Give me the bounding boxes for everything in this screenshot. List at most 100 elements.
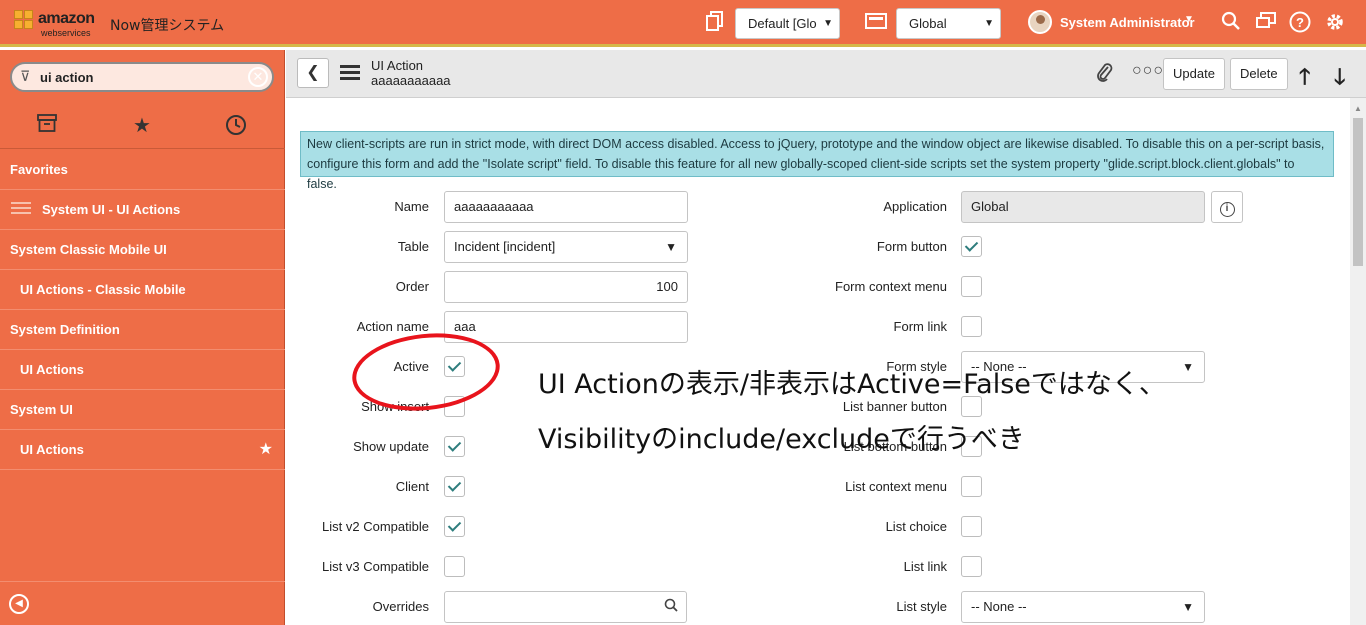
- nav-label: UI Actions - Classic Mobile: [20, 282, 186, 297]
- back-button[interactable]: ❮: [297, 58, 329, 88]
- info-notice: New client-scripts are run in strict mod…: [300, 131, 1334, 191]
- filter-icon: ⊽: [20, 68, 31, 84]
- search-icon[interactable]: [1219, 11, 1243, 35]
- show-update-checkbox[interactable]: [444, 436, 465, 457]
- form-context-menu-checkbox[interactable]: [961, 276, 982, 297]
- action-name-input[interactable]: aaa: [444, 311, 688, 343]
- form-button-label: Form button: [876, 239, 947, 254]
- order-label: Order: [395, 279, 429, 294]
- nav-label: System Classic Mobile UI: [10, 242, 167, 257]
- chevron-down-icon: ▼: [1182, 360, 1194, 374]
- nav-item-ui-actions-classic-mobile[interactable]: UI Actions - Classic Mobile: [0, 270, 285, 310]
- scope-select[interactable]: Global ▼: [896, 8, 1001, 39]
- filter-navigator-input[interactable]: ⊽ ui action ✕: [10, 62, 274, 92]
- chevron-down-icon: ▼: [665, 240, 677, 254]
- form-menu-icon[interactable]: [340, 65, 360, 81]
- chevron-down-icon: ▼: [1184, 14, 1194, 25]
- chevron-down-icon: ▼: [984, 18, 994, 29]
- client-label: Client: [395, 479, 429, 494]
- svg-text:?: ?: [1296, 15, 1304, 30]
- more-options-icon[interactable]: ○○○: [1132, 62, 1164, 80]
- update-set-select[interactable]: Default [Glo ▼: [735, 8, 840, 39]
- nav-section-system-ui[interactable]: System UI: [0, 390, 285, 430]
- nav-item-ui-actions-system-ui[interactable]: UI Actions ★: [0, 430, 285, 470]
- list-v2-compatible-checkbox[interactable]: [444, 516, 465, 537]
- list-link-label: List link: [903, 559, 947, 574]
- name-label: Name: [394, 199, 429, 214]
- list-context-menu-checkbox[interactable]: [961, 476, 982, 497]
- collapse-navigator-icon[interactable]: ◀: [9, 594, 29, 614]
- user-name: System Administrator: [1060, 15, 1195, 30]
- update-button[interactable]: Update: [1163, 58, 1225, 90]
- chevron-down-icon: ▼: [823, 18, 833, 29]
- navigator-tabs: ★: [0, 102, 285, 149]
- nav-label: System UI: [10, 402, 73, 417]
- application-value: Global: [971, 199, 1009, 214]
- tab-favorites[interactable]: ★: [127, 114, 157, 138]
- paperclip-icon[interactable]: [1096, 62, 1114, 89]
- gear-icon[interactable]: [1323, 11, 1347, 35]
- name-value: aaaaaaaaaaa: [454, 199, 534, 214]
- list-context-menu-label: List context menu: [845, 479, 947, 494]
- nav-section-system-definition[interactable]: System Definition: [0, 310, 285, 350]
- list-v3-compatible-checkbox[interactable]: [444, 556, 465, 577]
- form-link-checkbox[interactable]: [961, 316, 982, 337]
- list-v2-compatible-label: List v2 Compatible: [322, 519, 429, 534]
- form-title: UI Action: [371, 58, 424, 73]
- tab-all-apps[interactable]: [32, 114, 62, 138]
- order-input[interactable]: 100: [444, 271, 688, 303]
- clear-search-icon[interactable]: ✕: [248, 67, 268, 87]
- list-choice-checkbox[interactable]: [961, 516, 982, 537]
- form-subtitle: aaaaaaaaaaa: [371, 73, 451, 88]
- application-scope-icon[interactable]: [864, 11, 888, 35]
- application-info-button[interactable]: i: [1211, 191, 1243, 223]
- tab-history[interactable]: [221, 114, 251, 138]
- star-icon: ★: [133, 115, 151, 137]
- order-value: 100: [656, 279, 678, 294]
- nav-item-system-ui-ui-actions[interactable]: System UI - UI Actions: [0, 190, 285, 230]
- navigator-sidebar: ⊽ ui action ✕ ★ Favorites System UI - UI…: [0, 50, 285, 625]
- next-record-icon[interactable]: 🡓: [1334, 60, 1345, 98]
- connect-chat-icon[interactable]: [1254, 11, 1278, 35]
- aws-boxes-icon: [14, 10, 36, 34]
- list-link-checkbox[interactable]: [961, 556, 982, 577]
- form-button-checkbox[interactable]: [961, 236, 982, 257]
- list-banner-button-label: List banner button: [842, 399, 947, 414]
- overrides-lookup-button[interactable]: [655, 591, 687, 623]
- name-input[interactable]: aaaaaaaaaaa: [444, 191, 688, 223]
- logo-brand: amazon: [38, 10, 95, 27]
- top-header: amazon webservices Now管理システム Default [Gl…: [0, 0, 1366, 47]
- nav-section-system-classic-mobile-ui[interactable]: System Classic Mobile UI: [0, 230, 285, 270]
- favorite-star-icon[interactable]: ★: [259, 430, 273, 470]
- overrides-input[interactable]: [444, 591, 656, 623]
- delete-label: Delete: [1240, 66, 1278, 81]
- app-name: Now管理システム: [110, 18, 225, 34]
- annotation-text-line-1: UI Actionの表示/非表示はActive=Falseではなく、: [538, 369, 1166, 400]
- logo-sub: webservices: [41, 28, 91, 38]
- delete-button[interactable]: Delete: [1230, 58, 1288, 90]
- scroll-up-icon[interactable]: ▲: [1354, 104, 1362, 113]
- previous-record-icon[interactable]: 🡑: [1299, 60, 1310, 98]
- table-select[interactable]: Incident [incident] ▼: [444, 231, 688, 263]
- help-icon[interactable]: ?: [1288, 11, 1312, 35]
- form-context-menu-label: Form context menu: [835, 279, 947, 294]
- nav-label: UI Actions: [20, 362, 84, 377]
- list-v3-compatible-label: List v3 Compatible: [322, 559, 429, 574]
- form-scrollbar[interactable]: ▲: [1350, 98, 1366, 625]
- scrollbar-thumb[interactable]: [1353, 118, 1363, 266]
- application-field: Global: [961, 191, 1205, 223]
- list-choice-label: List choice: [885, 519, 947, 534]
- nav-section-favorites[interactable]: Favorites: [0, 150, 285, 190]
- chevron-down-icon: ▼: [1182, 600, 1194, 614]
- nav-label: Favorites: [10, 162, 68, 177]
- action-name-value: aaa: [454, 319, 476, 334]
- avatar: [1028, 10, 1052, 34]
- nav-label: System UI - UI Actions: [42, 202, 181, 217]
- aws-logo[interactable]: amazon webservices: [14, 8, 100, 40]
- client-checkbox[interactable]: [444, 476, 465, 497]
- search-icon: [664, 598, 678, 612]
- update-set-icon[interactable]: [703, 11, 727, 35]
- filter-value: ui action: [40, 70, 94, 85]
- nav-item-ui-actions[interactable]: UI Actions: [0, 350, 285, 390]
- list-style-select[interactable]: -- None -- ▼: [961, 591, 1205, 623]
